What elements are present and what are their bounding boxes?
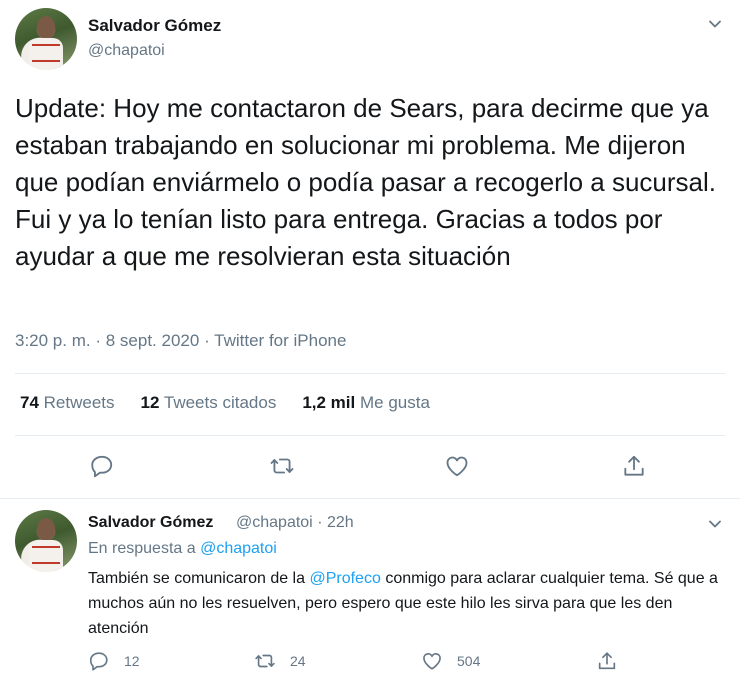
- retweet-button[interactable]: 24: [254, 650, 306, 672]
- tweet-time[interactable]: 3:20 p. m.: [15, 331, 91, 350]
- quote-tweets-stat[interactable]: 12 Tweets citados: [141, 393, 277, 413]
- reply-count: 12: [124, 653, 140, 669]
- likes-stat[interactable]: 1,2 mil Me gusta: [302, 393, 430, 413]
- meta-separator: ·: [204, 331, 210, 350]
- in-reply-handle-link[interactable]: @chapatoi: [200, 540, 277, 557]
- author-handle[interactable]: @chapatoi: [236, 514, 313, 531]
- tweet-source[interactable]: Twitter for iPhone: [214, 331, 346, 350]
- reply-icon: [89, 652, 108, 671]
- retweets-stat[interactable]: 74 Retweets: [20, 393, 115, 413]
- retweet-icon[interactable]: [269, 453, 295, 479]
- retweets-count: 74: [20, 393, 39, 412]
- tweet-thread: Salvador Gómez @chapatoi Update: Hoy me …: [0, 0, 740, 685]
- divider: [15, 373, 725, 374]
- reply-button[interactable]: 12: [88, 650, 140, 672]
- chevron-down-icon[interactable]: [707, 516, 723, 532]
- chevron-down-icon[interactable]: [707, 16, 723, 32]
- like-button[interactable]: 504: [421, 650, 480, 672]
- tweet-metadata: 3:20 p. m. · 8 sept. 2020 · Twitter for …: [15, 331, 346, 351]
- retweets-label: Retweets: [43, 393, 115, 412]
- mention-link[interactable]: @Profeco: [309, 570, 380, 587]
- avatar-head: [37, 518, 55, 540]
- meta-separator: ·: [317, 514, 323, 531]
- likes-count: 1,2 mil: [302, 393, 356, 412]
- divider: [15, 435, 725, 436]
- reply-icon[interactable]: [89, 453, 115, 479]
- meta-separator: ·: [95, 331, 102, 350]
- avatar-shirt-print: [32, 44, 60, 62]
- tweet-stats: 74 Retweets 12 Tweets citados 1,2 mil Me…: [20, 393, 430, 413]
- in-reply-to: En respuesta a @chapatoi: [88, 540, 277, 558]
- retweet-count: 24: [290, 653, 306, 669]
- avatar[interactable]: [15, 8, 77, 70]
- heart-icon: [423, 653, 441, 670]
- share-button[interactable]: [596, 650, 618, 672]
- main-tweet: Salvador Gómez @chapatoi Update: Hoy me …: [0, 0, 740, 499]
- quotes-count: 12: [140, 393, 160, 412]
- tweet-text: Update: Hoy me contactaron de Sears, par…: [15, 93, 716, 271]
- share-icon: [598, 652, 616, 670]
- reply-text-part: También se comunicaron de la: [88, 570, 306, 587]
- tweet-date[interactable]: 8 sept. 2020: [106, 331, 200, 350]
- in-reply-prefix: En respuesta a: [88, 540, 196, 557]
- retweet-icon: [255, 654, 275, 668]
- author-name[interactable]: Salvador Gómez: [88, 514, 213, 532]
- author-handle[interactable]: @chapatoi: [88, 42, 165, 60]
- likes-label: Me gusta: [359, 393, 430, 412]
- reply-text: También se comunicaron de la @Profeco co…: [88, 566, 723, 641]
- share-icon[interactable]: [621, 453, 647, 479]
- like-count: 504: [457, 653, 481, 669]
- author-name[interactable]: Salvador Gómez: [88, 16, 221, 36]
- avatar-head: [37, 16, 55, 38]
- heart-icon[interactable]: [444, 453, 470, 479]
- avatar[interactable]: [15, 510, 77, 572]
- avatar-shirt-print: [32, 546, 60, 564]
- author-handle-and-age: @chapatoi · 22h: [236, 514, 354, 532]
- quotes-label: Tweets citados: [163, 393, 277, 412]
- tweet-age[interactable]: 22h: [327, 514, 354, 531]
